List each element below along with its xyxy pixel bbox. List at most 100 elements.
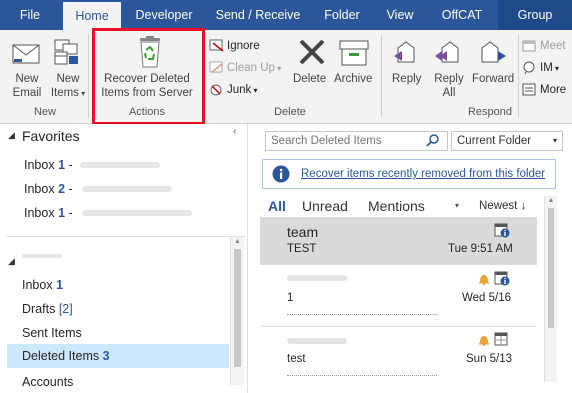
chevron-down-icon[interactable]: ▾	[455, 201, 459, 210]
favorites-header[interactable]: Favorites	[22, 128, 80, 144]
ignore-icon	[209, 38, 225, 55]
ignore-button[interactable]: Ignore	[227, 39, 260, 53]
unread-count: 2	[58, 182, 66, 196]
tab-group[interactable]: Group	[498, 0, 572, 30]
scroll-up-arrow-icon[interactable]: ▲	[545, 196, 557, 206]
tab-send-receive[interactable]: Send / Receive	[208, 0, 308, 30]
clean-up-label: Clean Up	[227, 62, 275, 74]
new-items-button[interactable]: New Items ▾	[50, 72, 86, 101]
search-input[interactable]	[266, 132, 416, 150]
scroll-up-arrow-icon[interactable]: ▲	[231, 237, 244, 247]
collapse-pane-icon[interactable]: ‹	[233, 126, 236, 137]
tab-developer[interactable]: Developer	[126, 0, 202, 30]
folder-sent-items[interactable]: Sent Items	[22, 325, 82, 341]
meeting-info-icon	[494, 223, 510, 241]
message-sender: team	[287, 224, 319, 240]
new-items-label-2: Items	[50, 87, 79, 99]
filter-unread[interactable]: Unread	[302, 198, 348, 214]
divider	[6, 236, 246, 237]
tab-view[interactable]: View	[374, 0, 426, 30]
folder-pane-scrollbar[interactable]: ▲	[230, 237, 244, 385]
folder-label: Inbox	[24, 206, 55, 220]
delete-button[interactable]: Delete	[293, 72, 326, 86]
tab-folder[interactable]: Folder	[314, 0, 370, 30]
recover-info-bar: Recover items recently removed from this…	[262, 159, 556, 189]
more-icon	[522, 83, 536, 99]
bell-icon	[478, 272, 490, 288]
message-date: Sun 5/13	[466, 353, 513, 365]
meeting-button[interactable]: Meet	[540, 39, 566, 53]
junk-icon	[209, 82, 225, 99]
archive-button[interactable]: Archive	[334, 72, 372, 86]
favorite-inbox-1[interactable]: Inbox 1 -	[24, 157, 73, 173]
filter-all[interactable]: All	[268, 198, 286, 214]
im-button[interactable]: IM ▾	[540, 61, 559, 76]
more-button[interactable]: More	[540, 83, 566, 97]
folder-inbox[interactable]: Inbox 1	[22, 277, 63, 293]
message-subject: test	[287, 353, 306, 365]
ribbon-tab-bar: File Home Developer Send / Receive Folde…	[0, 0, 572, 30]
new-email-icon[interactable]	[12, 42, 40, 69]
row-divider	[260, 326, 537, 327]
folder-label: Inbox	[22, 278, 53, 292]
recover-items-link[interactable]: Recover items recently removed from this…	[301, 168, 545, 180]
redacted-text	[82, 210, 192, 216]
bell-icon	[478, 333, 490, 349]
chevron-down-icon: ▾	[274, 64, 282, 73]
redacted-sender	[287, 275, 347, 281]
reply-all-button[interactable]: Reply All	[434, 72, 464, 100]
new-items-label-1: New	[56, 73, 80, 85]
scrollbar-thumb[interactable]	[548, 208, 554, 328]
folder-label: Inbox	[24, 158, 55, 172]
chevron-down-icon: ▾	[251, 86, 258, 95]
search-icon[interactable]	[426, 133, 440, 150]
new-email-label-1: New	[15, 73, 39, 85]
reply-button[interactable]: Reply	[392, 72, 421, 86]
favorite-inbox-2[interactable]: Inbox 2 -	[24, 181, 73, 197]
delete-icon[interactable]	[298, 38, 326, 69]
folder-deleted-items[interactable]: Deleted Items 3	[22, 348, 110, 364]
clean-up-icon	[209, 60, 225, 77]
calendar-icon	[494, 332, 508, 349]
tab-home[interactable]: Home	[63, 2, 121, 30]
group-label-respond: Respond	[467, 106, 513, 118]
sort-button[interactable]: Newest ↓	[479, 200, 526, 212]
chevron-down-icon: ▾	[552, 64, 560, 73]
chevron-down-icon: ▾	[552, 136, 557, 145]
folder-drafts[interactable]: Drafts [2]	[22, 301, 73, 317]
archive-icon[interactable]	[339, 40, 369, 69]
message-subject: TEST	[287, 243, 317, 255]
message-date: Tue 9:51 AM	[448, 243, 513, 255]
folder-accounts[interactable]: Accounts	[22, 374, 73, 386]
forward-button[interactable]: Forward	[472, 72, 514, 86]
favorite-inbox-3[interactable]: Inbox 1 -	[24, 205, 73, 221]
folder-label: Drafts	[22, 302, 56, 316]
search-scope-dropdown[interactable]: Current Folder ▾	[451, 131, 563, 151]
filter-mentions[interactable]: Mentions	[368, 198, 425, 214]
redacted-text	[82, 186, 172, 192]
meeting-icon	[522, 39, 536, 55]
im-icon	[522, 61, 536, 77]
im-label: IM	[540, 62, 553, 74]
scrollbar-thumb[interactable]	[234, 249, 241, 367]
group-label-delete: Delete	[274, 106, 306, 118]
message-list-scrollbar[interactable]: ▲	[544, 196, 557, 382]
junk-button[interactable]: Junk ▾	[227, 83, 258, 98]
highlight-callout-box	[92, 28, 205, 125]
chevron-down-icon: ▾	[78, 89, 86, 98]
new-items-icon[interactable]	[52, 38, 80, 69]
reply-all-icon[interactable]	[434, 40, 464, 69]
meeting-info-icon	[494, 271, 510, 289]
draft-count: [2]	[58, 302, 73, 316]
forward-icon[interactable]	[478, 40, 508, 69]
triangle-down-icon[interactable]: ◢	[8, 256, 15, 267]
new-email-button[interactable]: New Email	[12, 72, 42, 100]
search-box[interactable]	[265, 131, 448, 151]
reply-all-label-2: All	[442, 87, 456, 99]
unread-count: 1	[58, 158, 66, 172]
clean-up-button[interactable]: Clean Up ▾	[227, 61, 281, 76]
triangle-down-icon[interactable]: ◢	[8, 130, 15, 141]
reply-icon[interactable]	[392, 40, 420, 69]
tab-file[interactable]: File	[0, 0, 60, 30]
tab-offcat[interactable]: OffCAT	[430, 0, 494, 30]
